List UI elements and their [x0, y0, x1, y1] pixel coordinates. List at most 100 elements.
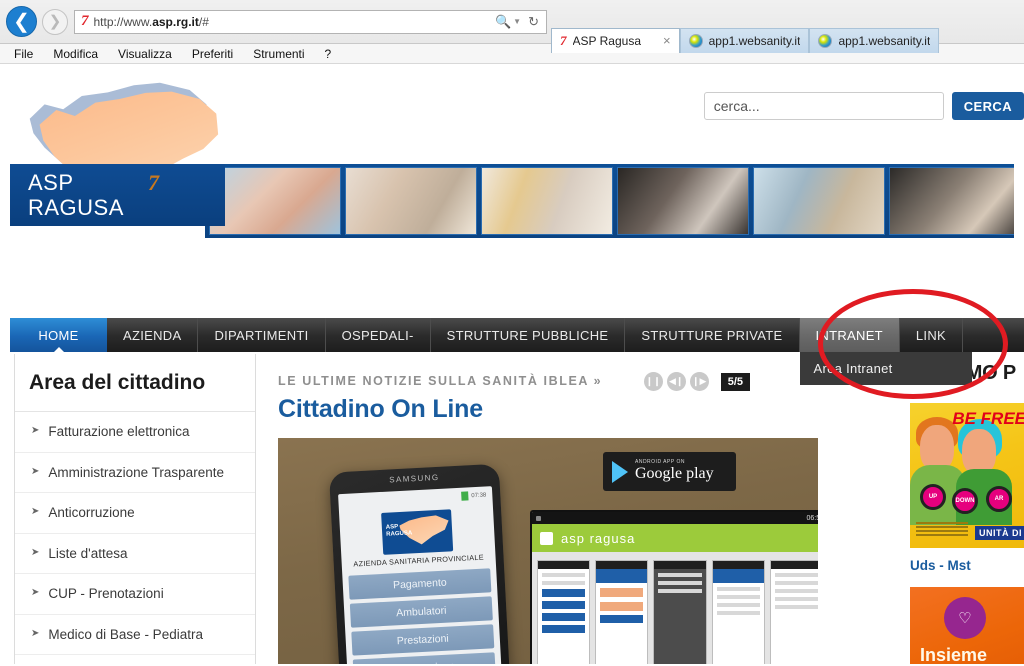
poster-image-insieme-sicure[interactable]: ♡ Insieme Sicure — [910, 587, 1024, 664]
sidebar-item-medico-base[interactable]: ➤ Medico di Base - Pediatra — [15, 615, 255, 656]
phone-screen: 07:38 ASP RAGUSA AZIENDA SANITARIA PROVI… — [338, 486, 505, 664]
chevron-right-icon: ➤ — [31, 506, 40, 518]
google-play-big-text: Google play — [635, 464, 714, 482]
search-input[interactable] — [703, 92, 944, 120]
tablet-thumbnail — [595, 560, 649, 664]
nav-item-azienda[interactable]: AZIENDA — [107, 318, 199, 352]
header-photo-strip — [205, 164, 1014, 238]
sidebar-item-label: Medico di Base - Pediatra — [48, 626, 203, 642]
chevron-right-icon: ➤ — [31, 546, 40, 558]
site-logo[interactable]: 7 ASP RAGUSA — [10, 66, 225, 236]
header-photo — [209, 167, 341, 235]
poster-circle-3: AR — [986, 486, 1012, 512]
tablet-thumbnail-grid — [532, 552, 818, 664]
browser-tab-websanity-1[interactable]: app1.websanity.it — [679, 27, 810, 53]
phone-mockup: SAMSUNG 07:38 ASP RAGUSA AZIENDA SANITAR… — [328, 463, 514, 664]
header-photo — [345, 167, 477, 235]
asp-7-favicon: 7 — [560, 32, 567, 48]
prev-icon[interactable]: ◀❙ — [666, 372, 686, 391]
tablet-status-bar: 06:55 — [532, 512, 818, 524]
poster-card-uds-mst[interactable]: UP DOWN AR BE FREE UNITÀ DI — [910, 403, 1024, 548]
sidebar-item-liste-attesa[interactable]: ➤ Liste d'attesa — [15, 534, 255, 575]
sidebar-area-cittadino: Area del cittadino ➤ Fatturazione elettr… — [14, 354, 256, 664]
address-bar-url: http://www.asp.rg.it/# — [93, 14, 209, 29]
tablet-thumbnail — [711, 560, 765, 664]
tab-title: ASP Ragusa — [572, 33, 642, 48]
sidebar-item-fatturazione[interactable]: ➤ Fatturazione elettronica — [15, 412, 255, 453]
asp-ragusa-wordmark: ASP RAGUSA — [10, 164, 225, 226]
page-content: Area del cittadino ➤ Fatturazione elettr… — [10, 354, 1024, 664]
nav-item-ospedali[interactable]: OSPEDALI- — [326, 318, 431, 352]
close-icon[interactable]: × — [663, 33, 671, 48]
nav-item-label: AZIENDA — [123, 327, 182, 343]
nav-item-label: STRUTTURE PUBBLICHE — [446, 327, 609, 343]
tablet-thumbnail — [537, 560, 591, 664]
sidebar-title: Area del cittadino — [15, 354, 255, 412]
sidebar-item-label: Anticorruzione — [48, 505, 135, 521]
nav-item-label: OSPEDALI- — [341, 327, 414, 343]
ie-favicon — [688, 33, 703, 48]
chevron-right-icon: ➤ — [31, 587, 40, 599]
nav-item-strutture-pubbliche[interactable]: STRUTTURE PUBBLICHE — [431, 318, 626, 352]
sidebar-item-label: Fatturazione elettronica — [48, 424, 190, 439]
main-navigation: HOME AZIENDA DIPARTIMENTI OSPEDALI- STRU… — [10, 318, 1024, 385]
sidebar-item-label: CUP - Prenotazioni — [48, 586, 164, 602]
menu-item-file[interactable]: File — [14, 47, 33, 61]
nav-item-intranet[interactable]: INTRANET Area Intranet — [799, 318, 972, 385]
chevron-down-icon[interactable]: ▼ — [513, 17, 521, 26]
news-promo-image[interactable]: ANDROID APP ON Google play SAMSUNG 07:38 — [278, 438, 818, 664]
tab-title: app1.websanity.it — [708, 33, 801, 48]
browser-toolbar: ❮ ❯ 7 http://www.asp.rg.it/# 🔍 ▼ ↻ 7 ASP… — [0, 0, 1024, 53]
header-photo — [753, 167, 885, 235]
tablet-clock: 06:55 — [806, 514, 818, 522]
sidebar-item-anticorruzione[interactable]: ➤ Anticorruzione — [15, 493, 255, 534]
phone-clock: 07:38 — [471, 491, 487, 499]
nav-item-label: LINK — [915, 327, 947, 343]
menu-item-strumenti[interactable]: Strumenti — [253, 47, 304, 61]
dropdown-item-area-intranet[interactable]: Area Intranet — [800, 352, 972, 385]
next-icon[interactable]: ❙▶ — [689, 372, 709, 391]
google-play-badge-icon: ANDROID APP ON Google play — [603, 452, 736, 491]
right-column: IN PRIMO P UP DOWN AR BE FREE UNITÀ DI U… — [900, 354, 1024, 664]
poster-circle-2: DOWN — [952, 488, 978, 514]
page-viewport: CERCA 7 ASP RAGUSA — [0, 64, 1024, 664]
nav-item-label: DIPARTIMENTI — [214, 327, 309, 343]
address-bar[interactable]: 7 http://www.asp.rg.it/# 🔍 ▼ ↻ — [74, 9, 547, 34]
back-arrow-icon[interactable]: ❮ — [6, 6, 37, 37]
menu-item-preferiti[interactable]: Preferiti — [192, 47, 233, 61]
search-form: CERCA — [703, 92, 1024, 120]
tablet-app-header: asp ragusa — [532, 524, 818, 552]
poster-caption-uds-mst[interactable]: Uds - Mst — [910, 558, 1024, 573]
sidebar-item-cup-prenotazioni[interactable]: ➤ CUP - Prenotazioni — [15, 574, 255, 615]
nav-item-home[interactable]: HOME — [10, 318, 107, 353]
app-button-pagamento: Pagamento — [348, 568, 492, 600]
magnifier-icon[interactable]: 🔍 — [495, 14, 511, 30]
nav-item-strutture-private[interactable]: STRUTTURE PRIVATE — [625, 318, 800, 352]
phone-status-bar: 07:38 — [344, 490, 486, 506]
chevron-right-icon: ➤ — [31, 627, 40, 639]
search-button[interactable]: CERCA — [951, 92, 1024, 120]
play-triangle-icon — [612, 460, 628, 483]
pause-icon[interactable]: ❙❙ — [643, 372, 663, 391]
news-headline[interactable]: Cittadino On Line — [278, 395, 900, 424]
menu-item-visualizza[interactable]: Visualizza — [118, 47, 172, 61]
browser-window: ❮ ❯ 7 http://www.asp.rg.it/# 🔍 ▼ ↻ 7 ASP… — [0, 0, 1024, 666]
poster-brand-text: BE FREE — [952, 409, 1024, 428]
phone-brand-label: SAMSUNG — [389, 472, 440, 485]
sidebar-item-amministrazione[interactable]: ➤ Amministrazione Trasparente — [15, 453, 255, 494]
tablet-thumbnail — [653, 560, 707, 664]
nav-item-label: HOME — [38, 327, 79, 343]
refresh-icon[interactable]: ↻ — [528, 14, 539, 30]
poster-circle-1: UP — [920, 484, 946, 510]
sidebar-list: ➤ Fatturazione elettronica ➤ Amministraz… — [15, 412, 255, 664]
browser-tab-asp-ragusa[interactable]: 7 ASP Ragusa × — [551, 27, 680, 53]
nav-item-link[interactable]: LINK — [900, 318, 964, 352]
forward-arrow-icon[interactable]: ❯ — [42, 8, 68, 35]
browser-tab-websanity-2[interactable]: app1.websanity.it — [809, 27, 940, 53]
app-icon — [540, 531, 553, 545]
sidebar-item-medicina-legale[interactable]: ➤ Medicina Legale — [15, 655, 255, 664]
nav-item-dipartimenti[interactable]: DIPARTIMENTI — [198, 318, 326, 352]
menu-item-modifica[interactable]: Modifica — [53, 47, 98, 61]
menu-item-help[interactable]: ? — [325, 47, 332, 61]
battery-icon — [461, 491, 469, 501]
